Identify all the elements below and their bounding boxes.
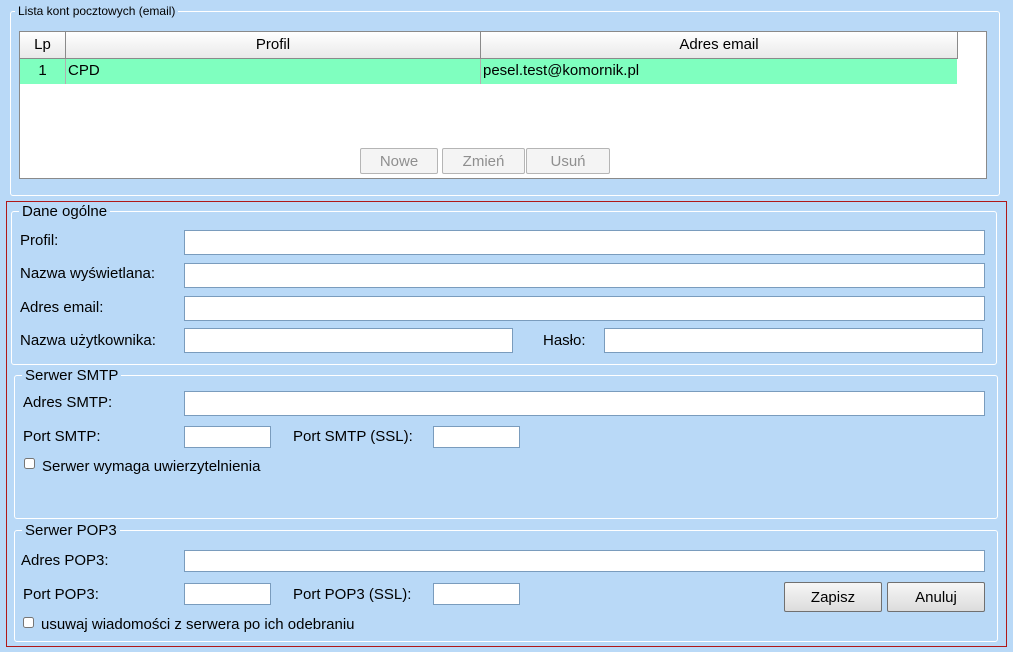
pop3-address-label: Adres POP3:	[21, 552, 109, 569]
smtp-auth-label[interactable]: Serwer wymaga uwierzytelnienia	[42, 458, 260, 475]
smtp-port-ssl-label: Port SMTP (SSL):	[293, 428, 413, 445]
column-header-lp[interactable]: Lp	[20, 32, 66, 59]
email-input[interactable]	[184, 296, 985, 321]
pop3-port-label: Port POP3:	[23, 586, 99, 603]
edit-button[interactable]: Zmień	[442, 148, 525, 174]
smtp-auth-checkbox[interactable]	[24, 458, 35, 469]
delete-button-label: Usuń	[550, 152, 586, 170]
email-label: Adres email:	[20, 299, 104, 316]
cell-lp: 1	[20, 59, 66, 84]
display-name-input[interactable]	[184, 263, 985, 288]
smtp-address-label: Adres SMTP:	[23, 394, 113, 411]
smtp-legend: Serwer SMTP	[25, 367, 119, 384]
new-button-label: Nowe	[379, 152, 419, 170]
cell-email: pesel.test@komornik.pl	[481, 59, 957, 84]
pop3-port-ssl-input[interactable]	[433, 583, 520, 605]
username-label: Nazwa użytkownika:	[20, 332, 156, 349]
pop3-legend: Serwer POP3	[25, 522, 117, 539]
pop3-address-input[interactable]	[184, 550, 985, 572]
accounts-legend: Lista kont pocztowych (email)	[18, 4, 176, 18]
password-label: Hasło:	[543, 332, 586, 349]
save-button-label: Zapisz	[810, 588, 856, 606]
smtp-port-ssl-input[interactable]	[433, 426, 520, 448]
profile-input[interactable]	[184, 230, 985, 255]
smtp-port-input[interactable]	[184, 426, 271, 448]
display-name-label: Nazwa wyświetlana:	[20, 265, 156, 282]
general-legend: Dane ogólne	[22, 203, 108, 220]
save-button[interactable]: Zapisz	[784, 582, 882, 612]
column-header-profil[interactable]: Profil	[66, 32, 481, 59]
accounts-table[interactable]: Lp Profil Adres email 1 CPD pesel.test@k…	[19, 31, 987, 179]
username-input[interactable]	[184, 328, 513, 353]
edit-button-label: Zmień	[462, 152, 505, 170]
cancel-button-label: Anuluj	[915, 588, 957, 606]
pop3-delete-checkbox[interactable]	[23, 617, 34, 628]
smtp-address-input[interactable]	[184, 391, 985, 416]
profile-label: Profil:	[20, 232, 59, 249]
column-header-email[interactable]: Adres email	[481, 32, 958, 59]
cell-profil: CPD	[66, 59, 481, 84]
pop3-port-ssl-label: Port POP3 (SSL):	[293, 586, 412, 603]
pop3-port-input[interactable]	[184, 583, 271, 605]
cancel-button[interactable]: Anuluj	[887, 582, 985, 612]
password-input[interactable]	[604, 328, 983, 353]
delete-button[interactable]: Usuń	[526, 148, 610, 174]
new-button[interactable]: Nowe	[360, 148, 438, 174]
smtp-port-label: Port SMTP:	[23, 428, 101, 445]
pop3-delete-label[interactable]: usuwaj wiadomości z serwera po ich odebr…	[41, 616, 355, 633]
